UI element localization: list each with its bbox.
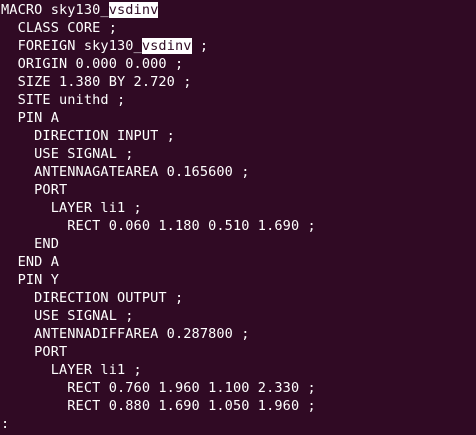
- terminal-line: LAYER li1 ;: [1, 361, 476, 379]
- pager-prompt-text[interactable]: :: [1, 415, 9, 433]
- line-text: USE SIGNAL ;: [1, 308, 134, 324]
- terminal-line: RECT 0.060 1.180 0.510 1.690 ;: [1, 217, 476, 235]
- terminal-line: PORT: [1, 343, 476, 361]
- terminal-line: CLASS CORE ;: [1, 19, 476, 37]
- line-text: RECT 0.060 1.180 0.510 1.690 ;: [1, 218, 316, 234]
- line-text: PIN A: [1, 110, 59, 126]
- line-text: USE SIGNAL ;: [1, 146, 134, 162]
- line-text: PORT: [1, 344, 68, 360]
- line-text: ANTENNAGATEAREA 0.165600 ;: [1, 164, 250, 180]
- terminal-line: SITE unithd ;: [1, 91, 476, 109]
- terminal-line: ORIGIN 0.000 0.000 ;: [1, 55, 476, 73]
- line-text: RECT 0.880 1.690 1.050 1.960 ;: [1, 398, 316, 414]
- terminal-line: ANTENNADIFFAREA 0.287800 ;: [1, 325, 476, 343]
- terminal-line: USE SIGNAL ;: [1, 145, 476, 163]
- line-text: DIRECTION OUTPUT ;: [1, 290, 184, 306]
- terminal-line: PORT: [1, 181, 476, 199]
- terminal-line: LAYER li1 ;: [1, 199, 476, 217]
- terminal-line: END A: [1, 253, 476, 271]
- terminal-line: RECT 0.880 1.690 1.050 1.960 ;: [1, 397, 476, 415]
- line-text: ;: [191, 38, 209, 54]
- line-text: ANTENNADIFFAREA 0.287800 ;: [1, 326, 250, 342]
- line-text: SITE unithd ;: [1, 92, 126, 108]
- terminal-line: DIRECTION OUTPUT ;: [1, 289, 476, 307]
- terminal-line: FOREIGN sky130_vsdinv ;: [1, 37, 476, 55]
- line-text: CLASS CORE ;: [1, 20, 117, 36]
- terminal-line: USE SIGNAL ;: [1, 307, 476, 325]
- line-text: LAYER li1 ;: [1, 362, 142, 378]
- pager-prompt[interactable]: :: [1, 415, 476, 433]
- line-text: PIN Y: [1, 272, 59, 288]
- line-text: END A: [1, 254, 59, 270]
- terminal-window[interactable]: MACRO sky130_vsdinv CLASS CORE ; FOREIGN…: [0, 0, 476, 435]
- line-text: SIZE 1.380 BY 2.720 ;: [1, 74, 192, 90]
- terminal-line: SIZE 1.380 BY 2.720 ;: [1, 73, 476, 91]
- terminal-line: DIRECTION INPUT ;: [1, 127, 476, 145]
- line-text: PORT: [1, 182, 68, 198]
- terminal-line: MACRO sky130_vsdinv: [1, 1, 476, 19]
- terminal-line: PIN Y: [1, 271, 476, 289]
- line-text: ORIGIN 0.000 0.000 ;: [1, 56, 184, 72]
- line-text: DIRECTION INPUT ;: [1, 128, 175, 144]
- terminal-line: ANTENNAGATEAREA 0.165600 ;: [1, 163, 476, 181]
- line-text: RECT 0.760 1.960 1.100 2.330 ;: [1, 380, 316, 396]
- line-text: MACRO sky130_: [1, 2, 109, 18]
- terminal-line: END: [1, 235, 476, 253]
- line-text: END: [1, 236, 59, 252]
- line-text: LAYER li1 ;: [1, 200, 142, 216]
- terminal-line: RECT 0.760 1.960 1.100 2.330 ;: [1, 379, 476, 397]
- line-text: FOREIGN sky130_: [1, 38, 142, 54]
- search-match-highlight: vsdinv: [108, 2, 159, 18]
- terminal-line: PIN A: [1, 109, 476, 127]
- search-match-highlight: vsdinv: [141, 38, 192, 54]
